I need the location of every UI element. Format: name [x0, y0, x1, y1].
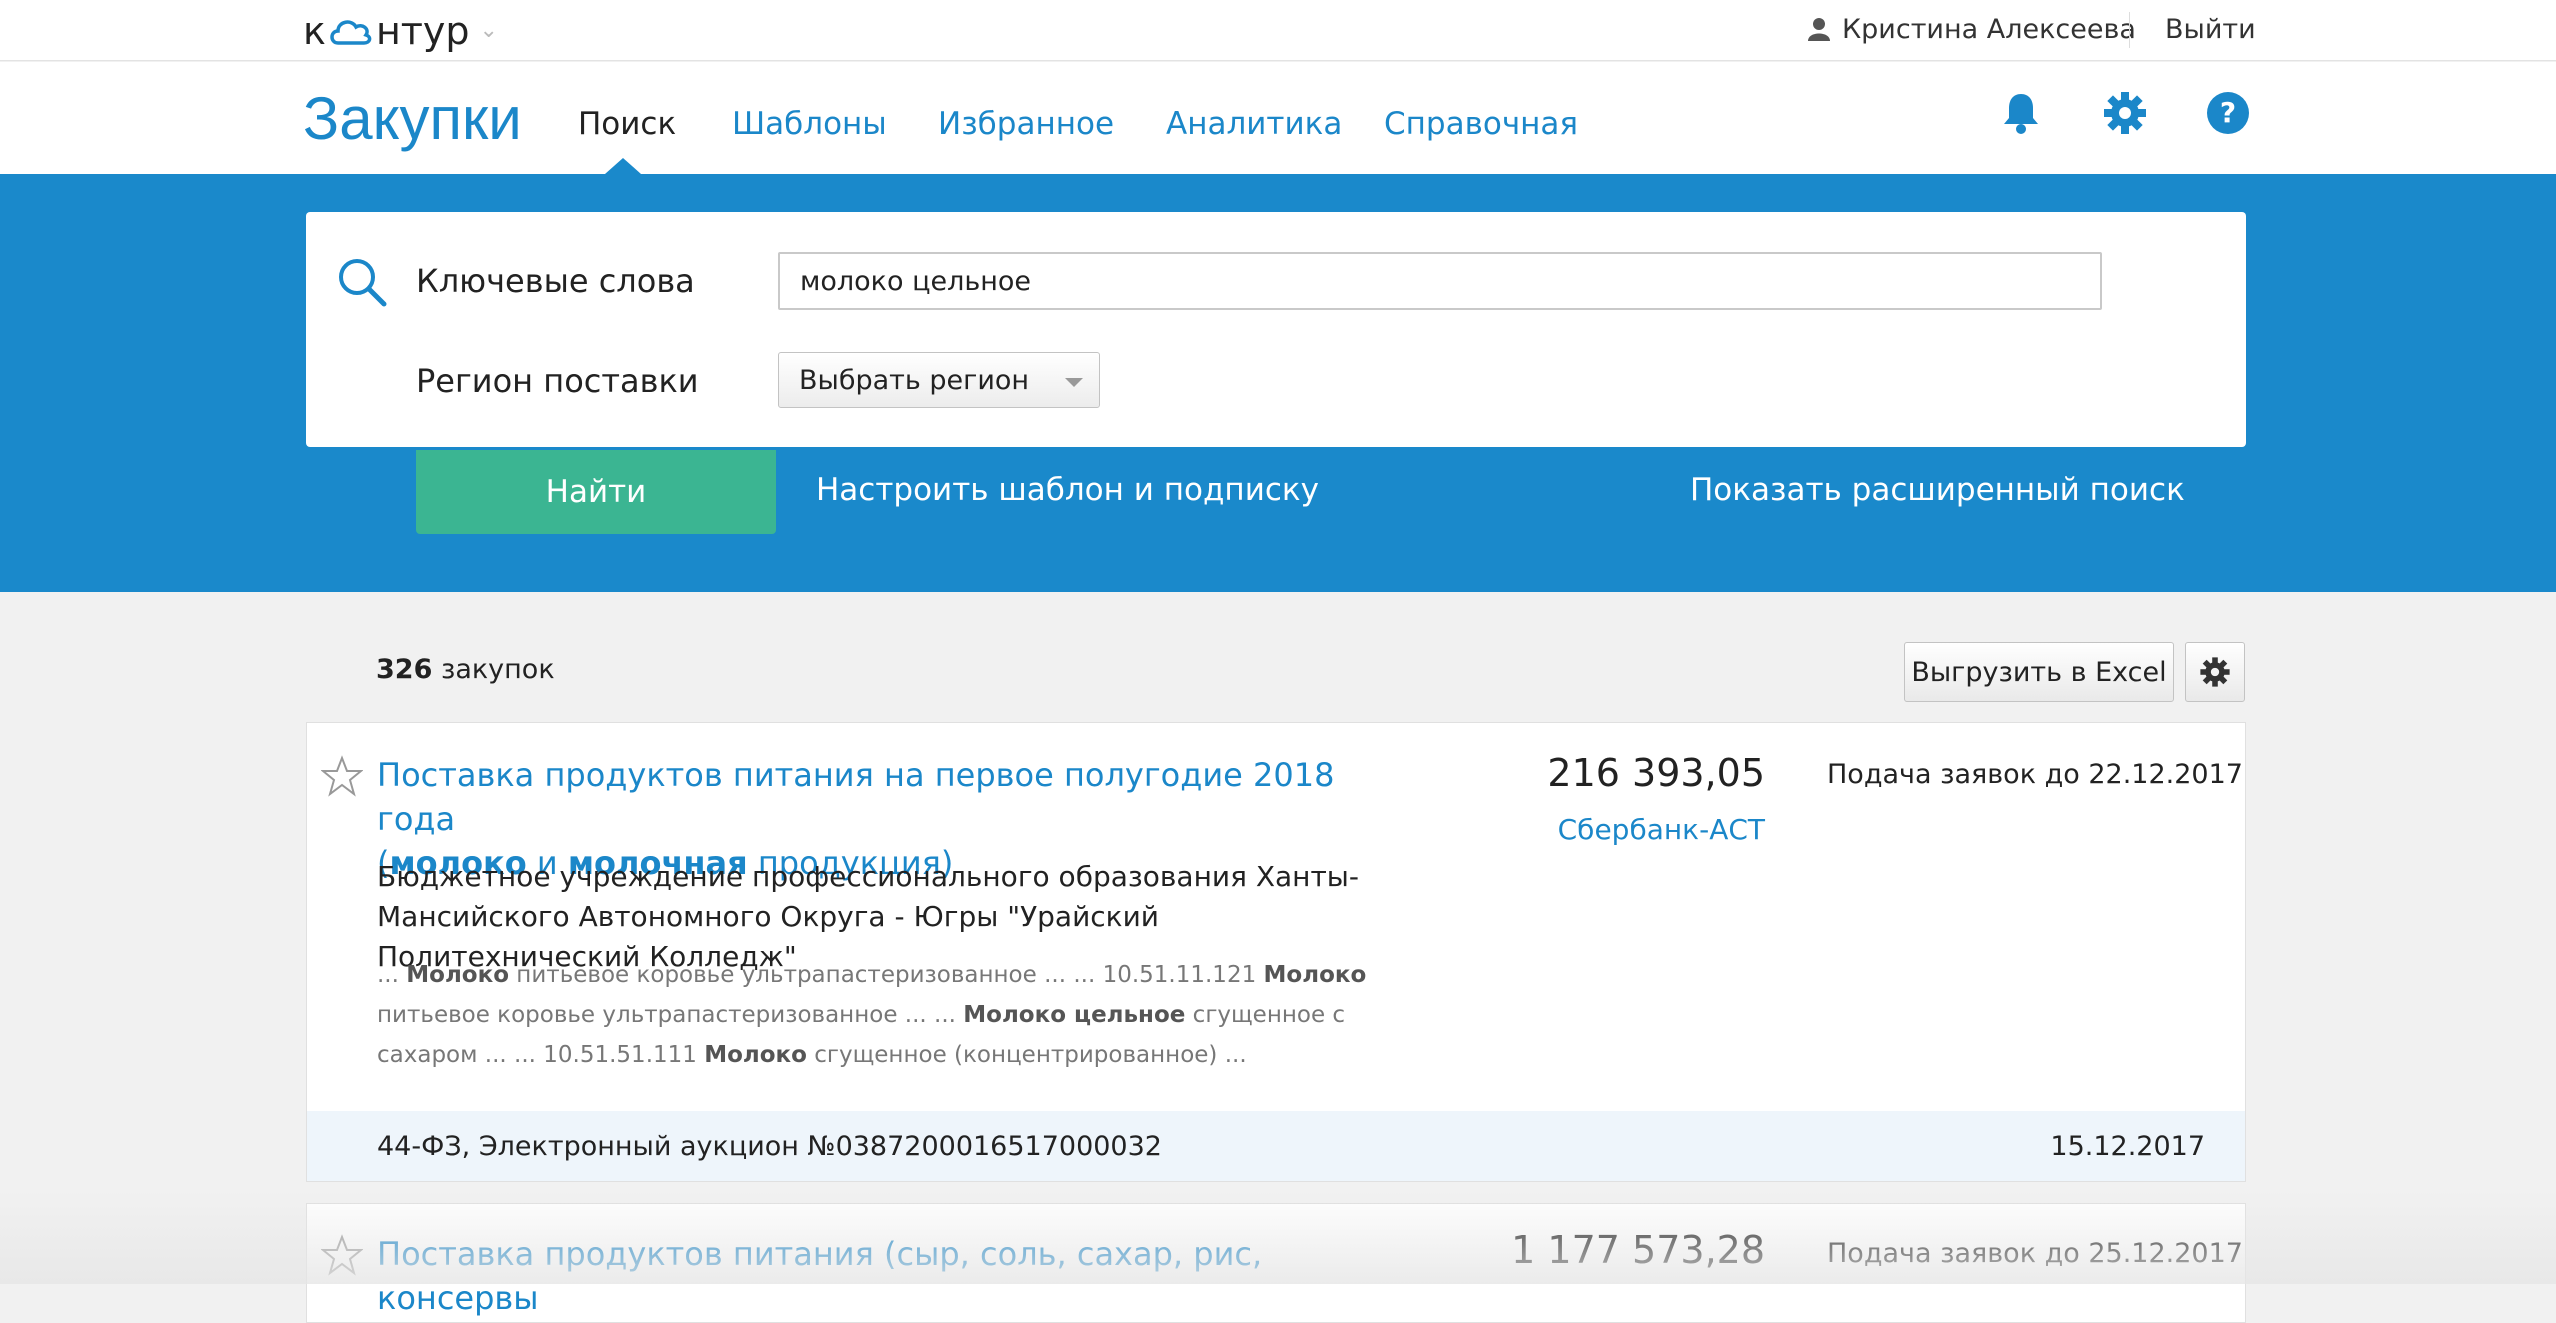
keywords-label: Ключевые слова	[416, 262, 695, 300]
region-select-value: Выбрать регион	[799, 364, 1030, 396]
bell-icon[interactable]	[1998, 90, 2044, 136]
tab-templates[interactable]: Шаблоны	[732, 106, 887, 142]
user-icon	[1808, 18, 1830, 41]
active-tab-indicator	[605, 158, 641, 174]
snippet-keyword: Молоко цельное	[963, 1002, 1186, 1028]
main-nav: Закупки Поиск Шаблоны Избранное Аналитик…	[0, 62, 2556, 174]
logo-text-end: нтур	[375, 8, 470, 53]
application-deadline: Подача заявок до 25.12.2017	[1827, 1238, 2243, 1269]
keywords-input[interactable]	[778, 252, 2102, 310]
divider	[2129, 12, 2130, 48]
procurement-type: 44-ФЗ, Электронный аукцион №038720001651…	[377, 1130, 1162, 1162]
result-title-line1: Поставка продуктов питания на первое пол…	[377, 756, 1335, 838]
tab-reference[interactable]: Справочная	[1384, 106, 1578, 142]
search-icon	[339, 259, 387, 307]
region-select[interactable]: Выбрать регион	[778, 352, 1100, 408]
snippet-text: ...	[377, 962, 407, 988]
product-title[interactable]: Закупки	[303, 84, 522, 153]
tab-favorites[interactable]: Избранное	[938, 106, 1114, 142]
tab-analytics[interactable]: Аналитика	[1166, 106, 1342, 142]
logout-link[interactable]: Выйти	[2165, 0, 2256, 58]
tab-search[interactable]: Поиск	[578, 106, 676, 142]
result-price: 216 393,05	[1547, 751, 1765, 795]
results-count: 326 закупок	[376, 654, 555, 685]
help-icon[interactable]: ?	[2205, 90, 2251, 136]
star-icon[interactable]	[321, 1234, 363, 1276]
results-settings-button[interactable]	[2185, 642, 2245, 702]
result-snippet: ... Молоко питьевое коровье ультрапастер…	[377, 955, 1377, 1075]
svg-text:?: ?	[2220, 96, 2236, 129]
application-deadline: Подача заявок до 22.12.2017	[1827, 759, 2243, 790]
result-title-link[interactable]: Поставка продуктов питания (сыр, соль, с…	[377, 1232, 1377, 1320]
snippet-keyword: Молоко	[406, 962, 509, 988]
star-icon[interactable]	[321, 755, 363, 797]
top-bar: к нтур ⌄ Кристина Алексеева Выйти	[0, 0, 2556, 61]
region-label: Регион поставки	[416, 362, 699, 400]
publication-date: 15.12.2017	[2050, 1130, 2205, 1162]
cloud-logo-icon	[330, 19, 372, 45]
results-count-suffix: закупок	[440, 654, 555, 685]
template-subscription-link[interactable]: Настроить шаблон и подписку	[816, 472, 1319, 508]
search-panel: Ключевые слова Регион поставки Выбрать р…	[0, 174, 2556, 592]
find-button[interactable]: Найти	[416, 450, 776, 534]
platform-link[interactable]: Сбербанк-АСТ	[1558, 813, 1765, 846]
result-footer: 44-ФЗ, Электронный аукцион №038720001651…	[307, 1111, 2245, 1181]
dropdown-caret-icon	[1065, 378, 1083, 387]
result-price: 1 177 573,28	[1511, 1228, 1765, 1272]
chevron-down-icon[interactable]: ⌄	[480, 18, 498, 43]
snippet-text: питьевое коровье ультрапастеризованное .…	[509, 962, 1264, 988]
snippet-text: сгущенное (концентрированное) ...	[806, 1042, 1247, 1068]
gear-icon[interactable]	[2102, 90, 2148, 136]
user-name: Кристина Алексеева	[1842, 13, 2136, 45]
search-form: Ключевые слова Регион поставки Выбрать р…	[306, 212, 2246, 447]
user-menu[interactable]: Кристина Алексеева	[1808, 0, 2136, 58]
kontur-logo[interactable]: к нтур ⌄	[303, 0, 498, 61]
snippet-keyword: Молоко	[704, 1042, 807, 1068]
logo-text-start: к	[303, 8, 326, 53]
results-count-number: 326	[376, 654, 433, 685]
export-excel-button[interactable]: Выгрузить в Excel	[1904, 642, 2174, 702]
snippet-keyword: Молоко	[1263, 962, 1367, 988]
result-card: Поставка продуктов питания на первое пол…	[306, 722, 2246, 1182]
gear-icon	[2200, 657, 2230, 687]
result-card: Поставка продуктов питания (сыр, соль, с…	[306, 1203, 2246, 1323]
advanced-search-link[interactable]: Показать расширенный поиск	[1690, 472, 2185, 508]
